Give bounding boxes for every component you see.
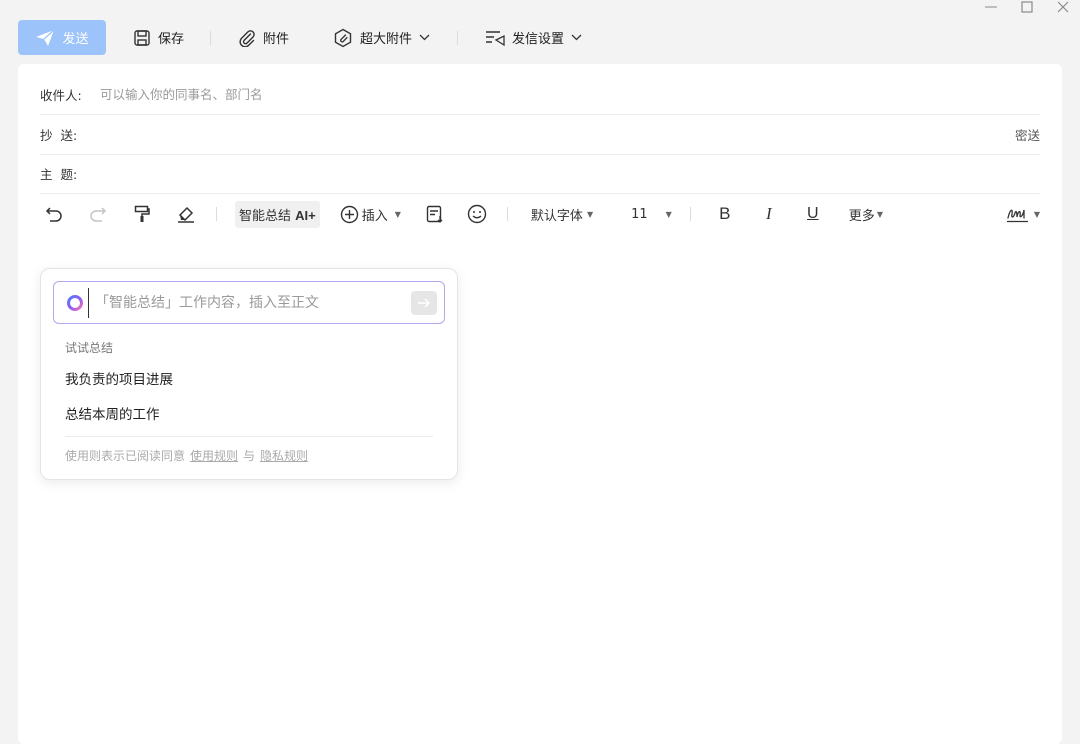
maximize-button[interactable] — [1016, 0, 1038, 14]
send-icon — [36, 28, 55, 46]
minimize-button[interactable] — [980, 0, 1002, 14]
subject-row: 主 题: — [40, 153, 1040, 194]
signature-icon — [1006, 209, 1028, 223]
close-window-button[interactable] — [1052, 0, 1074, 14]
large-attachment-button[interactable]: 超大附件 — [333, 28, 430, 48]
ai-badge: AI+ — [295, 207, 316, 223]
format-toolbar: 智能总结 AI+ 插入 ▼ 默认字体 ▼ 11 ▼ B I U 更多 ▼ ▼ — [40, 194, 1040, 234]
format-divider — [689, 207, 691, 221]
terms-prefix: 使用则表示已阅读同意 — [65, 449, 186, 463]
insert-button[interactable]: 插入 ▼ — [340, 205, 401, 224]
caret-down-icon: ▼ — [665, 209, 672, 219]
toolbar-divider — [457, 30, 459, 45]
caret-down-icon: ▼ — [394, 209, 401, 219]
chevron-down-icon — [571, 34, 582, 41]
close-icon — [1057, 1, 1069, 13]
font-family-select[interactable]: 默认字体 ▼ — [531, 205, 593, 224]
toolbar-divider — [210, 30, 212, 45]
ai-summary-popup: 试试总结 我负责的项目进展 总结本周的工作 使用则表示已阅读同意 使用规则 与 … — [40, 268, 458, 480]
save-icon — [134, 29, 150, 46]
cc-input[interactable] — [100, 126, 1015, 142]
send-settings-label: 发信设置 — [512, 32, 565, 47]
format-painter-button[interactable] — [128, 205, 156, 223]
minimize-icon — [985, 6, 997, 8]
suggestion-item[interactable]: 我负责的项目进展 — [65, 368, 173, 388]
privacy-rules-link[interactable]: 隐私规则 — [260, 447, 308, 464]
insert-label: 插入 — [361, 208, 388, 224]
caret-down-icon: ▼ — [1033, 209, 1040, 219]
underline-button[interactable]: U — [803, 205, 823, 223]
compose-panel: 收件人: 抄 送: 密送 主 题: — [18, 64, 1062, 744]
recipient-label: 收件人: — [40, 87, 82, 103]
font-size-value: 11 — [631, 206, 648, 222]
caret-down-icon: ▼ — [586, 209, 594, 219]
usage-rules-link[interactable]: 使用规则 — [190, 447, 238, 464]
ai-summary-button[interactable]: 智能总结 AI+ — [235, 200, 320, 228]
undo-icon — [45, 207, 62, 222]
recipient-input[interactable] — [100, 86, 1040, 102]
subject-input[interactable] — [100, 165, 1040, 181]
template-button[interactable] — [425, 205, 445, 223]
attachment-button[interactable]: 附件 — [238, 28, 289, 47]
format-painter-icon — [134, 205, 150, 222]
popup-divider — [65, 436, 433, 437]
italic-button[interactable]: I — [759, 204, 779, 224]
format-divider — [216, 207, 217, 221]
ai-input-box — [53, 281, 445, 324]
send-settings-icon — [486, 30, 505, 46]
large-attachment-icon — [334, 28, 352, 47]
signature-button[interactable]: ▼ — [1006, 205, 1040, 223]
font-family-value: 默认字体 — [530, 208, 583, 224]
format-divider — [506, 207, 508, 221]
compose-toolbar: 发送 保存 附件 超大附件 发信设置 — [18, 20, 582, 55]
ai-logo-icon — [67, 294, 83, 311]
save-button[interactable]: 保存 — [133, 28, 184, 47]
plus-circle-icon — [340, 205, 358, 223]
undo-button[interactable] — [40, 206, 68, 222]
subject-label: 主 题: — [40, 166, 78, 182]
more-label: 更多 — [848, 208, 875, 224]
try-summary-label: 试试总结 — [65, 341, 114, 355]
save-button-label: 保存 — [158, 32, 185, 47]
send-settings-button[interactable]: 发信设置 — [485, 28, 582, 47]
maximize-icon — [1021, 1, 1033, 13]
paperclip-icon — [239, 29, 255, 47]
window-controls — [980, 0, 1074, 14]
recipient-row: 收件人: — [40, 74, 1040, 115]
template-icon — [426, 205, 443, 223]
bold-button[interactable]: B — [715, 204, 735, 224]
large-attachment-label: 超大附件 — [360, 32, 413, 47]
eraser-icon — [178, 206, 194, 223]
emoji-button[interactable] — [467, 204, 487, 224]
cc-label: 抄 送: — [40, 127, 78, 143]
send-button-label: 发送 — [62, 32, 89, 47]
eraser-button[interactable] — [172, 205, 200, 223]
font-size-select[interactable]: 11 ▼ — [631, 207, 672, 222]
attachment-button-label: 附件 — [263, 32, 290, 47]
ai-summary-label: 智能总结 — [239, 208, 292, 224]
chevron-down-icon — [419, 34, 430, 41]
more-button[interactable]: 更多 ▼ — [849, 205, 883, 224]
suggestion-item[interactable]: 总结本周的工作 — [65, 403, 160, 423]
bcc-link[interactable]: 密送 — [1015, 125, 1040, 144]
ai-prompt-input[interactable] — [88, 287, 411, 318]
terms-notice: 使用则表示已阅读同意 使用规则 与 隐私规则 — [65, 447, 308, 464]
cc-row: 抄 送: 密送 — [40, 114, 1040, 155]
arrow-right-icon — [418, 297, 431, 308]
caret-down-icon: ▼ — [876, 209, 883, 219]
send-button[interactable]: 发送 — [18, 20, 106, 55]
redo-button[interactable] — [84, 206, 112, 222]
terms-and: 与 — [243, 449, 256, 463]
ai-submit-button[interactable] — [411, 290, 437, 315]
redo-icon — [90, 207, 107, 222]
smiley-icon — [467, 204, 487, 224]
